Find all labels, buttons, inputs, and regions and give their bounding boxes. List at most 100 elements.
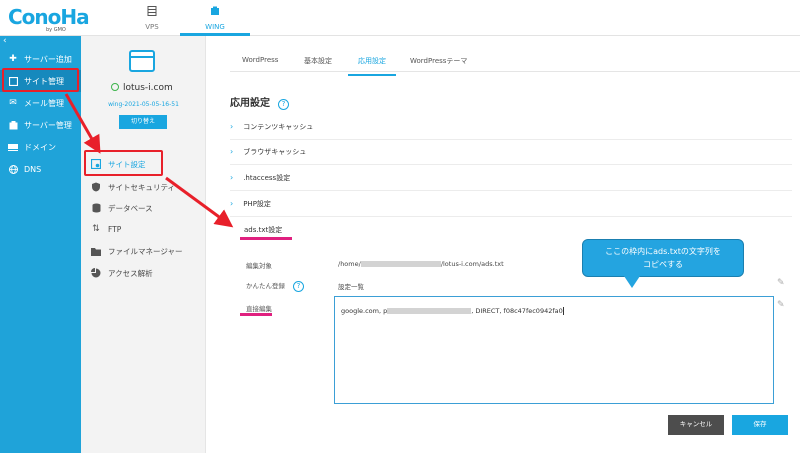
- cancel-button[interactable]: キャンセル: [668, 415, 724, 435]
- site-panel-item-database[interactable]: データベース: [91, 200, 153, 216]
- page-title: 応用設定?: [230, 94, 289, 110]
- mail-icon: ✉: [9, 98, 17, 108]
- settings-list-link[interactable]: 設定一覧: [338, 281, 364, 291]
- site-panel-item-analytics[interactable]: アクセス解析: [91, 265, 153, 281]
- edit-target-label: 編集対象: [246, 262, 272, 270]
- annotation-box-site-management: [2, 68, 79, 92]
- collapse-icon[interactable]: ‹: [3, 36, 7, 46]
- switch-button[interactable]: 切り替え: [119, 115, 167, 129]
- site-window-icon: [129, 50, 155, 72]
- accordion-php[interactable]: › PHP設定: [230, 199, 271, 213]
- nav-wing-label: WING: [205, 23, 225, 31]
- ads-txt-editor[interactable]: google.com, p , DIRECT, f08c47fec0942fa0: [334, 296, 774, 404]
- easy-registration-text: かんたん登録: [246, 282, 285, 290]
- accordion-browser-cache[interactable]: › ブラウザキャッシュ: [230, 147, 306, 161]
- pencil-icon[interactable]: ✎: [777, 278, 786, 288]
- site-panel-item-file-manager[interactable]: ファイルマネージャー: [91, 243, 182, 259]
- help-icon[interactable]: ?: [293, 281, 304, 292]
- accordion-label: ads.txt設定: [244, 226, 283, 234]
- annotation-underline-ads: [240, 237, 292, 240]
- chevron-right-icon: ›: [230, 173, 234, 182]
- easy-registration-label: かんたん登録?: [246, 280, 304, 292]
- annotation-callout: ここの枠内にads.txtの文字列を コピペする: [582, 239, 744, 277]
- nav-vps-label: VPS: [145, 23, 159, 31]
- chevron-right-icon: ›: [230, 199, 234, 208]
- sidebar-item-label: サーバー追加: [24, 54, 72, 64]
- tab-wordpress[interactable]: WordPress: [242, 56, 278, 76]
- top-bar: ConoHa by GMO VPS WING: [0, 0, 800, 36]
- site-panel-item-label: FTP: [108, 224, 122, 234]
- site-panel-item-ftp[interactable]: ⇅ FTP: [91, 221, 121, 237]
- pie-chart-icon: [91, 268, 101, 278]
- sidebar-item-domain[interactable]: ドメイン: [0, 136, 81, 158]
- sidebar-item-dns[interactable]: DNS: [0, 158, 81, 180]
- logo-sub: by GMO: [46, 27, 66, 33]
- chevron-right-icon: ›: [230, 147, 234, 156]
- save-button[interactable]: 保存: [732, 415, 788, 435]
- accordion-label: ブラウザキャッシュ: [243, 148, 307, 156]
- shield-icon: [91, 182, 101, 192]
- sidebar-item-label: DNS: [24, 164, 42, 174]
- divider: [230, 190, 792, 191]
- sidebar-item-label: サーバー管理: [24, 120, 72, 130]
- divider: [230, 216, 792, 217]
- sidebar-item-label: ドメイン: [24, 142, 56, 152]
- direct-edit-label: 直接編集: [246, 305, 272, 313]
- divider: [230, 139, 792, 140]
- site-name[interactable]: lotus-i.com: [111, 83, 173, 93]
- site-name-text: lotus-i.com: [123, 83, 173, 93]
- domain-icon: [8, 142, 18, 152]
- chevron-right-icon: ›: [230, 122, 234, 131]
- database-icon: [91, 203, 101, 213]
- accordion-label: PHP設定: [243, 200, 271, 208]
- globe-icon: [8, 164, 18, 174]
- page-title-text: 応用設定: [230, 98, 270, 109]
- pencil-icon[interactable]: ✎: [777, 300, 786, 310]
- main-content: WordPress 基本設定 応用設定 WordPressテーマ 応用設定? ›…: [206, 36, 800, 453]
- site-panel-item-label: サイトセキュリティ: [108, 182, 176, 192]
- logo-text: ConoHa: [8, 5, 90, 29]
- wing-icon: [211, 6, 219, 15]
- help-icon[interactable]: ?: [278, 99, 289, 110]
- sidebar-item-server[interactable]: サーバー管理: [0, 114, 81, 136]
- sidebar-item-mail[interactable]: ✉ メール管理: [0, 92, 81, 114]
- text-cursor: [562, 307, 564, 315]
- server-icon: [147, 6, 157, 16]
- tab-wordpress-theme[interactable]: WordPressテーマ: [410, 56, 467, 76]
- ftp-icon: ⇅: [92, 224, 100, 234]
- editor-text-suffix: , DIRECT, f08c47fec0942fa0: [471, 307, 563, 315]
- plus-icon: ✚: [9, 54, 17, 64]
- site-panel-item-security[interactable]: サイトセキュリティ: [91, 179, 175, 195]
- tab-advanced-settings[interactable]: 応用設定: [348, 56, 396, 76]
- redacted-block: [387, 308, 472, 314]
- site-panel-item-label: ファイルマネージャー: [108, 246, 183, 256]
- site-panel: lotus-i.com wing-2021-05-05-16-51 切り替え サ…: [81, 36, 206, 453]
- nav-vps[interactable]: VPS: [117, 0, 187, 36]
- conoha-logo[interactable]: ConoHa by GMO: [8, 5, 90, 33]
- nav-wing[interactable]: WING: [180, 0, 250, 36]
- tab-divider: [230, 71, 800, 72]
- annotation-box-site-settings: [84, 150, 163, 176]
- site-panel-item-label: アクセス解析: [108, 268, 153, 278]
- power-icon: [111, 83, 119, 91]
- callout-line-1: ここの枠内にads.txtの文字列を: [605, 247, 721, 256]
- divider: [230, 164, 792, 165]
- wing-id: wing-2021-05-05-16-51: [108, 101, 179, 108]
- callout-tail: [624, 276, 640, 288]
- accordion-label: コンテンツキャッシュ: [243, 123, 314, 131]
- sidebar-item-label: メール管理: [24, 98, 64, 108]
- callout-line-2: コピペする: [643, 260, 683, 269]
- site-panel-item-label: データベース: [108, 203, 153, 213]
- accordion-htaccess[interactable]: › .htaccess設定: [230, 173, 290, 187]
- edit-target-value: /home/ /lotus-i.com/ads.txt: [338, 260, 504, 268]
- tab-basic-settings[interactable]: 基本設定: [304, 56, 332, 76]
- folder-icon: [91, 246, 101, 256]
- accordion-label: .htaccess設定: [243, 174, 291, 182]
- server-icon: [8, 120, 18, 130]
- annotation-underline-direct-edit: [240, 313, 272, 316]
- accordion-content-cache[interactable]: › コンテンツキャッシュ: [230, 122, 313, 136]
- edit-target-suffix: /lotus-i.com/ads.txt: [440, 260, 504, 268]
- edit-target-prefix: /home/: [338, 260, 361, 268]
- main-sidebar: ‹ ✚ サーバー追加 サイト管理 ✉ メール管理 サーバー管理 ドメイン DNS: [0, 36, 81, 453]
- sidebar-item-add-server[interactable]: ✚ サーバー追加: [0, 48, 81, 70]
